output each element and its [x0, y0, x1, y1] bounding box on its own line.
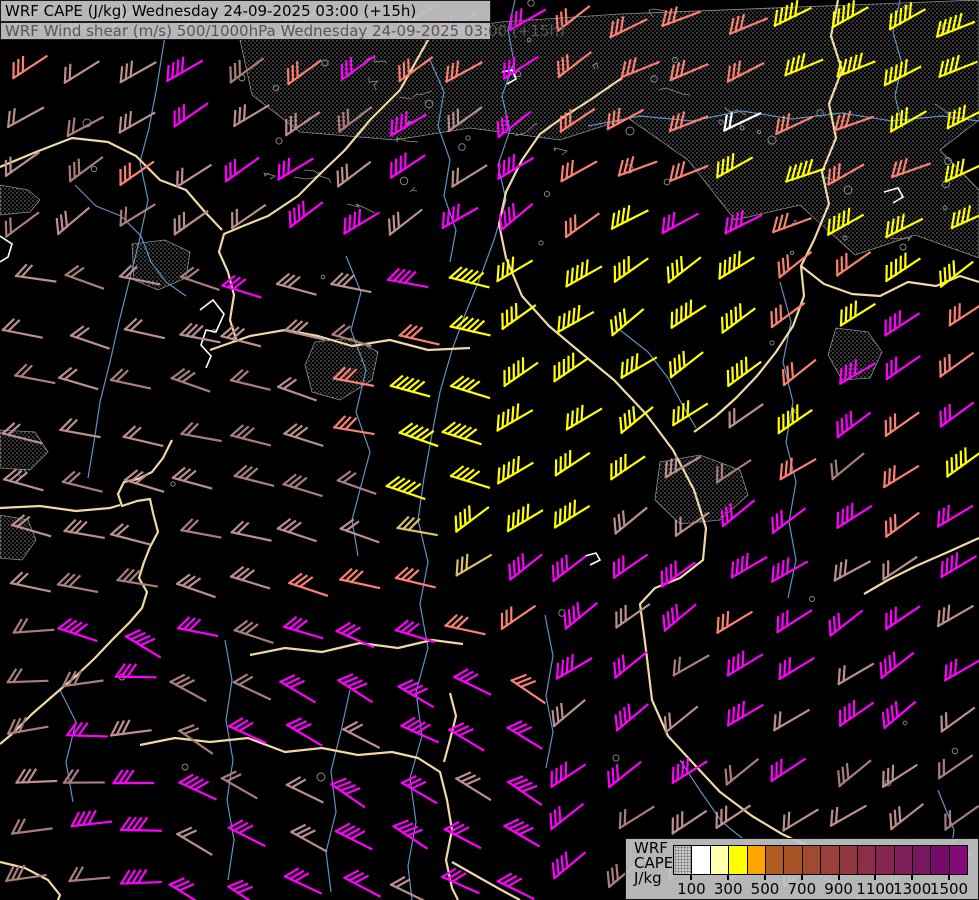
title-bar-wind-shear: WRF Wind shear (m/s) 500/1000hPa Wednesd…: [0, 22, 491, 40]
legend-swatch: [711, 846, 729, 874]
legend-swatch: [748, 846, 766, 874]
legend-swatch: [692, 846, 710, 874]
legend-unit-label: WRF CAPE J/kg: [634, 841, 673, 886]
legend-swatch: [766, 846, 784, 874]
legend-swatch: [840, 846, 858, 874]
weather-map-screen: WRF CAPE (J/kg) Wednesday 24-09-2025 03:…: [0, 0, 979, 900]
legend-swatch: [950, 846, 967, 874]
legend-swatch: [784, 846, 802, 874]
weather-map: [0, 0, 979, 900]
legend-swatch: [729, 846, 747, 874]
legend-tick-label: 100: [677, 880, 706, 898]
legend-tick-label: 700: [787, 880, 816, 898]
legend-swatch: [931, 846, 949, 874]
cape-color-legend: WRF CAPE J/kg 100 300 500 700 90011001300150…: [625, 838, 979, 900]
legend-tick-label: 1500: [930, 880, 968, 898]
legend-swatch: [803, 846, 821, 874]
legend-swatch: [858, 846, 876, 874]
legend-swatch: [876, 846, 894, 874]
legend-swatch: [895, 846, 913, 874]
legend-swatch: [821, 846, 839, 874]
legend-swatch: [913, 846, 931, 874]
legend-tick-label: 1300: [893, 880, 931, 898]
legend-tick-label: 300: [714, 880, 743, 898]
legend-unit-line-3: J/kg: [634, 871, 673, 886]
title-wind-shear-text: WRF Wind shear (m/s) 500/1000hPa Wednesd…: [5, 22, 565, 40]
legend-tick-label: 500: [751, 880, 780, 898]
legend-tick-label: 1100: [856, 880, 894, 898]
legend-color-strip: [673, 845, 968, 875]
title-cape-text: WRF CAPE (J/kg) Wednesday 24-09-2025 03:…: [5, 2, 416, 20]
legend-tick-label: 900: [824, 880, 853, 898]
title-bar-cape: WRF CAPE (J/kg) Wednesday 24-09-2025 03:…: [0, 0, 491, 22]
legend-swatch: [674, 846, 692, 874]
